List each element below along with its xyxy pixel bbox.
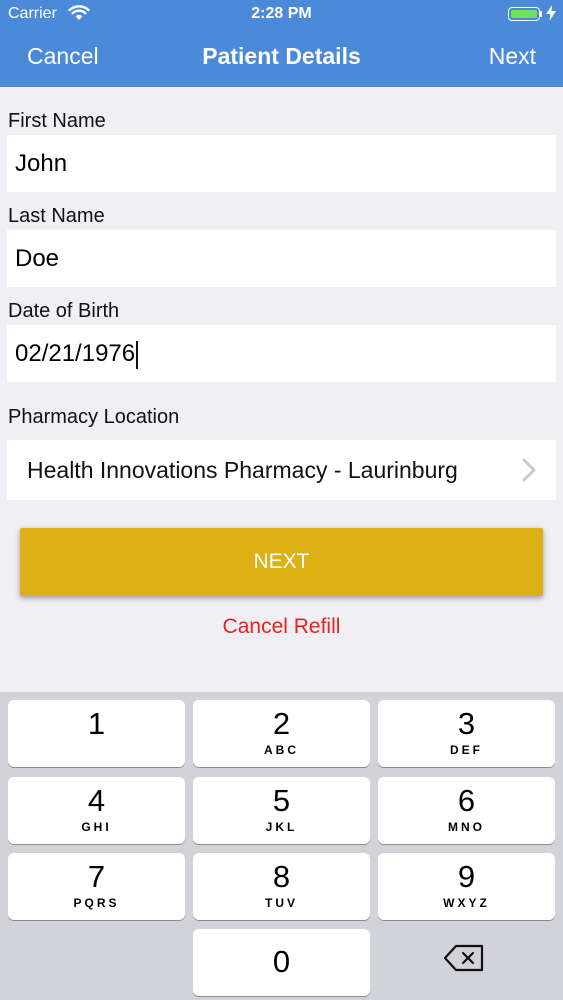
key-number: 1	[87, 706, 106, 741]
last-name-label: Last Name	[8, 205, 105, 227]
key-7[interactable]: 7 PQRS	[8, 853, 185, 920]
battery-tip	[540, 11, 542, 17]
next-nav-button[interactable]: Next	[489, 43, 536, 70]
page-title: Patient Details	[202, 43, 361, 69]
key-number: 3	[457, 706, 476, 741]
cancel-refill-link[interactable]: Cancel Refill	[0, 615, 563, 639]
key-number: 8	[272, 859, 291, 894]
key-number: 2	[272, 706, 291, 741]
text-cursor	[136, 340, 139, 369]
key-6[interactable]: 6 MNO	[378, 777, 555, 844]
key-9[interactable]: 9 WXYZ	[378, 853, 555, 920]
key-letters: DEF	[450, 743, 483, 757]
key-8[interactable]: 8 TUV	[193, 853, 370, 920]
key-number: 4	[87, 783, 106, 818]
key-4[interactable]: 4 GHI	[8, 777, 185, 844]
next-button[interactable]: NEXT	[20, 528, 543, 596]
battery-icon	[508, 7, 540, 21]
key-1[interactable]: 1	[8, 700, 185, 767]
key-letters: PQRS	[73, 896, 120, 910]
pharmacy-label: Pharmacy Location	[8, 406, 180, 428]
first-name-field[interactable]: John	[7, 135, 556, 192]
key-number: 5	[272, 783, 291, 818]
key-number: 9	[457, 859, 476, 894]
numeric-keypad: 1 2 ABC 3 DEF 4 GHI 5 JKL 6 MNO 7 PQRS 8…	[0, 692, 563, 1000]
key-number: 0	[272, 944, 291, 979]
status-time: 2:28 PM	[251, 5, 312, 22]
key-letters: JKL	[265, 820, 298, 834]
chevron-right-icon	[522, 458, 536, 482]
charging-bolt-icon	[546, 5, 556, 21]
status-bar: Carrier 2:28 PM	[0, 0, 563, 30]
pharmacy-value: Health Innovations Pharmacy - Laurinburg	[27, 457, 458, 483]
first-name-label: First Name	[8, 110, 106, 132]
dob-field[interactable]: 02/21/1976	[7, 325, 556, 382]
key-letters: WXYZ	[443, 896, 490, 910]
key-number: 6	[457, 783, 476, 818]
first-name-value: John	[15, 150, 68, 177]
nav-header: Carrier 2:28 PM Cancel Patient Details N…	[0, 0, 563, 87]
backspace-icon[interactable]	[442, 942, 486, 974]
key-letters: GHI	[81, 820, 112, 834]
key-5[interactable]: 5 JKL	[193, 777, 370, 844]
key-2[interactable]: 2 ABC	[193, 700, 370, 767]
last-name-field[interactable]: Doe	[7, 230, 556, 287]
key-letters: ABC	[264, 743, 299, 757]
dob-value: 02/21/1976	[15, 340, 136, 367]
last-name-value: Doe	[15, 245, 60, 272]
key-number: 7	[87, 859, 106, 894]
key-letters: TUV	[265, 896, 298, 910]
pharmacy-selector[interactable]: Health Innovations Pharmacy - Laurinburg	[7, 440, 556, 500]
dob-label: Date of Birth	[8, 300, 120, 322]
key-0[interactable]: 0	[193, 929, 370, 996]
key-3[interactable]: 3 DEF	[378, 700, 555, 767]
key-letters: MNO	[448, 820, 485, 834]
